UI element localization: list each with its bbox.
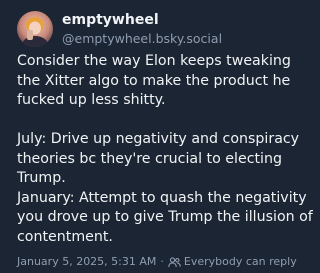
author-handle[interactable]: @emptywheel.bsky.social: [62, 31, 222, 46]
reply-setting-label[interactable]: Everybody can reply: [184, 255, 297, 269]
meta-separator: ·: [160, 255, 164, 268]
post-timestamp[interactable]: January 5, 2025, 5:31 AM: [17, 255, 156, 269]
post-paragraph: January: Attempt to quash the negativity…: [17, 189, 313, 245]
author-display-name[interactable]: emptywheel: [62, 12, 159, 28]
post-card: emptywheel @emptywheel.bsky.social Consi…: [0, 0, 320, 273]
post-text: Consider the way Elon keeps tweaking the…: [17, 52, 313, 247]
post-meta: January 5, 2025, 5:31 AM · Everybody can…: [17, 255, 297, 269]
avatar-image: [17, 11, 53, 47]
post-paragraph: July: Drive up negativity and conspiracy…: [17, 131, 300, 186]
post-paragraph: Consider the way Elon keeps tweaking the…: [17, 53, 291, 108]
author-avatar[interactable]: [17, 11, 53, 47]
people-icon: [168, 256, 181, 268]
